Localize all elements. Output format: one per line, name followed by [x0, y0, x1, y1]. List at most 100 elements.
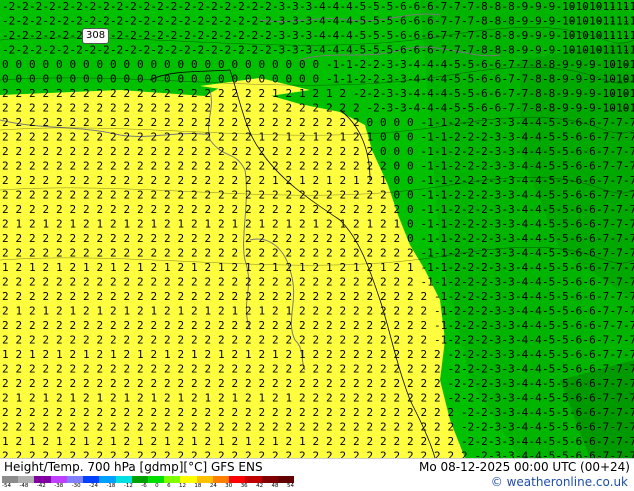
temperature-value: 2 [70, 276, 77, 289]
temperature-value: 2 [97, 377, 104, 390]
scale-swatch [50, 476, 67, 483]
temperature-value: -5 [556, 276, 569, 289]
temperature-value: 2 [421, 363, 428, 376]
temperature-value: 2 [367, 392, 374, 405]
temperature-value: 2 [83, 290, 90, 303]
temperature-value: -3 [502, 363, 515, 376]
temperature-value: 2 [137, 189, 144, 202]
temperature-value: -9 [529, 44, 542, 57]
temperature-value: 2 [299, 392, 306, 405]
temperature-value: -6 [583, 232, 596, 245]
temperature-value: 2 [178, 334, 185, 347]
temperature-value: -7 [502, 102, 515, 115]
temperature-value: -4 [515, 247, 529, 260]
temperature-value: 2 [70, 261, 77, 274]
scale-tick: 24 [209, 483, 217, 489]
temperature-value: -5 [367, 29, 380, 42]
temperature-value: 2 [272, 218, 279, 231]
temperature-value: 2 [232, 348, 239, 361]
temperature-value: 2 [407, 290, 414, 303]
temperature-value: 2 [232, 435, 239, 448]
temperature-value: -8 [529, 58, 542, 71]
temperature-value: -7 [610, 116, 623, 129]
temperature-value: 2 [286, 160, 293, 173]
temperature-value: 2 [178, 261, 185, 274]
temperature-value: 2 [286, 232, 293, 245]
temperature-value: 2 [83, 363, 90, 376]
temperature-value: -5 [556, 145, 569, 158]
temperature-value: -5 [542, 348, 555, 361]
color-scale: -54 -48 -42 -38 -30 -24 -18 -12 -6 0 6 12 18 24 30 36 42… [2, 476, 294, 491]
temperature-value: -6 [583, 421, 596, 434]
temperature-value: 1 [313, 131, 320, 144]
temperature-value: -9 [583, 102, 596, 115]
temperature-value: -3 [502, 319, 515, 332]
temperature-value: 2 [70, 131, 77, 144]
temperature-value: -2 [124, 0, 137, 13]
temperature-value: 2 [191, 232, 198, 245]
temperature-value: 0 [313, 58, 320, 71]
temperature-value: -4 [407, 102, 421, 115]
temperature-value: 2 [299, 102, 306, 115]
temperature-value: -1 [421, 203, 434, 216]
temperature-value: 2 [326, 435, 333, 448]
temperature-value: 2 [340, 435, 347, 448]
temperature-value: 1 [178, 305, 185, 318]
temperature-value: 2 [191, 131, 198, 144]
temperature-value: 2 [164, 363, 171, 376]
temperature-value: 2 [56, 305, 63, 318]
temperature-value: -5 [556, 421, 569, 434]
temperature-value: -6 [569, 160, 582, 173]
temperature-value: 2 [272, 363, 279, 376]
temperature-value: 2 [191, 290, 198, 303]
temperature-value: 2 [43, 261, 50, 274]
temperature-value: 2 [434, 421, 441, 434]
temperature-value: -7 [623, 276, 634, 289]
temperature-value: -7 [596, 377, 609, 390]
temperature-value: -2 [461, 218, 474, 231]
temperature-value: -7 [610, 421, 623, 434]
scale-tick: -42 [36, 483, 46, 489]
temperature-value: -5 [461, 102, 474, 115]
credit-link[interactable]: © weatheronline.co.uk [491, 475, 628, 489]
temperature-value: 2 [245, 377, 252, 390]
temperature-value: -5 [542, 276, 555, 289]
temperature-value: 2 [29, 377, 36, 390]
temperature-value: 2 [110, 102, 117, 115]
temperature-value: 2 [353, 290, 360, 303]
temperature-value: 1 [205, 218, 212, 231]
temperature-value: 0 [137, 73, 144, 86]
temperature-value: 2 [299, 247, 306, 260]
temperature-value: -5 [542, 450, 555, 459]
temperature-value: 2 [2, 160, 9, 173]
temperature-value: 2 [232, 363, 239, 376]
temperature-value: 2 [313, 363, 320, 376]
temperature-value: 2 [164, 131, 171, 144]
temperature-value: -2 [110, 44, 123, 57]
temperature-value: 0 [56, 58, 63, 71]
temperature-value: -4 [515, 406, 529, 419]
temperature-value: -5 [542, 232, 555, 245]
temperature-value: 2 [340, 232, 347, 245]
temperature-value: -2 [475, 145, 488, 158]
temperature-value: -11 [623, 73, 634, 86]
temperature-value: -6 [569, 290, 582, 303]
temperature-value: 0 [232, 58, 239, 71]
temperature-value: 2 [367, 174, 374, 187]
temperature-value: 0 [394, 189, 401, 202]
scale-tick: 12 [179, 483, 186, 489]
temperature-value: 2 [2, 450, 9, 459]
temperature-value: -2 [232, 29, 245, 42]
temperature-value: -1 [434, 334, 447, 347]
temperature-value: 2 [29, 218, 36, 231]
temperature-value: -7 [610, 348, 623, 361]
temperature-value: 2 [205, 435, 212, 448]
temperature-value: -5 [542, 421, 555, 434]
temperature-value: -2 [178, 29, 191, 42]
temperature-value: -4 [515, 392, 529, 405]
temperature-value: -5 [367, 44, 380, 57]
temperature-value: -2 [16, 0, 29, 13]
temperature-value: 0 [407, 131, 414, 144]
temperature-value: 2 [380, 232, 387, 245]
temperature-value: 2 [2, 189, 9, 202]
